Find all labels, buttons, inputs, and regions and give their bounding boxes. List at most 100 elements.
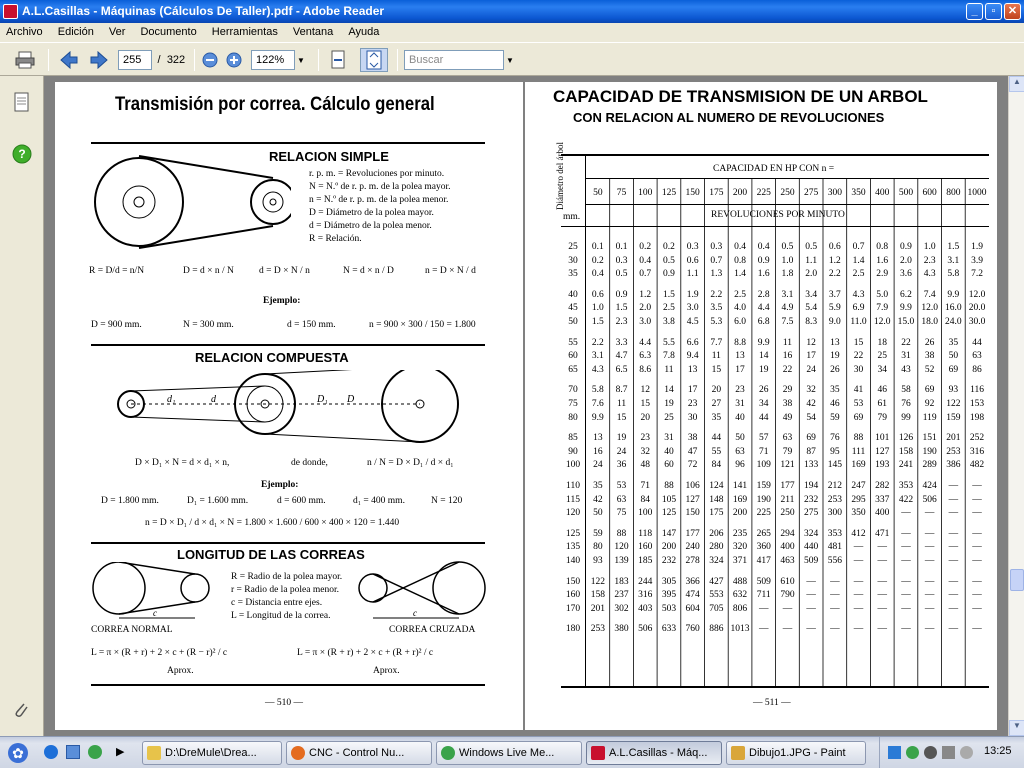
table-cell: 93 bbox=[593, 556, 603, 566]
menu-documento[interactable]: Documento bbox=[134, 23, 202, 38]
table-cell: — bbox=[758, 603, 769, 614]
menu-edicion[interactable]: Edición bbox=[52, 23, 100, 38]
page-separator: / bbox=[157, 54, 161, 66]
table-cell: 183 bbox=[614, 576, 629, 587]
desktop-quicklaunch-icon[interactable] bbox=[66, 745, 80, 759]
messenger-quicklaunch-icon[interactable] bbox=[88, 745, 102, 759]
table-cell: 22 bbox=[782, 364, 793, 375]
table-cell: 7.6 bbox=[591, 399, 604, 409]
table-cell: 289 bbox=[922, 460, 937, 471]
minimize-button[interactable]: _ bbox=[966, 3, 983, 20]
table-cell: 371 bbox=[732, 556, 748, 566]
navigation-pane: ? bbox=[0, 76, 44, 736]
tray-device-icon[interactable] bbox=[960, 746, 973, 759]
start-icon[interactable]: ✿ bbox=[6, 741, 30, 770]
task-paint[interactable]: Dibujo1.JPG - Paint bbox=[726, 741, 866, 765]
attachments-icon[interactable] bbox=[12, 700, 30, 725]
table-cell: 1.1 bbox=[686, 269, 699, 280]
table-cell: 22 bbox=[853, 351, 864, 362]
table-cell: 44 bbox=[758, 412, 769, 423]
column-header: 250 bbox=[780, 188, 795, 198]
svg-text:c: c bbox=[153, 608, 157, 618]
table-cell: — bbox=[924, 576, 935, 587]
print-icon[interactable] bbox=[12, 48, 38, 72]
table-cell: 50 bbox=[948, 351, 959, 362]
compound-result: n = D × D₁ / d × d₁ × N = 1.800 × 1.600 … bbox=[145, 518, 400, 528]
scroll-thumb[interactable] bbox=[1010, 569, 1024, 591]
scroll-down-icon[interactable]: ▼ bbox=[1009, 720, 1024, 736]
legend-line: c = Distancia entre ejes. bbox=[231, 598, 323, 608]
pdf-page-510: Transmisión por correa. Cálculo general … bbox=[55, 82, 523, 730]
svg-text:c: c bbox=[413, 608, 417, 618]
tray-network-icon[interactable] bbox=[888, 746, 901, 759]
table-cell: 61 bbox=[877, 399, 887, 409]
row-diameter: 35 bbox=[568, 269, 578, 280]
table-cell: 9.0 bbox=[828, 317, 841, 327]
table-cell: 26 bbox=[924, 337, 935, 348]
table-cell: 0.5 bbox=[805, 242, 818, 252]
help-icon[interactable]: ? bbox=[12, 144, 32, 169]
table-cell: 556 bbox=[827, 556, 842, 566]
zoom-out-icon[interactable] bbox=[200, 48, 220, 72]
table-cell: 120 bbox=[614, 542, 629, 553]
menu-ventana[interactable]: Ventana bbox=[287, 23, 339, 38]
table-cell: 488 bbox=[732, 576, 748, 587]
pages-panel-icon[interactable] bbox=[12, 92, 30, 119]
zoom-level-field[interactable]: 122% bbox=[251, 50, 295, 70]
table-cell: 79 bbox=[782, 446, 793, 457]
vertical-scrollbar[interactable]: ▲ ▼ bbox=[1008, 76, 1024, 736]
fit-page-icon[interactable] bbox=[360, 48, 388, 72]
tray-messenger-icon[interactable] bbox=[906, 746, 919, 759]
page-number-input[interactable]: 255 bbox=[118, 50, 152, 70]
table-cell: — bbox=[948, 508, 959, 519]
table-cell: 4.5 bbox=[686, 317, 699, 327]
tray-volume-icon[interactable] bbox=[942, 746, 955, 759]
menu-archivo[interactable]: Archivo bbox=[0, 23, 49, 38]
fit-width-icon[interactable] bbox=[326, 48, 350, 72]
table-cell: 193 bbox=[875, 460, 890, 471]
task-messenger[interactable]: Windows Live Me... bbox=[436, 741, 582, 765]
maximize-button[interactable]: ▫ bbox=[985, 3, 1002, 20]
ie-quicklaunch-icon[interactable] bbox=[44, 745, 58, 759]
table-cell: 316 bbox=[638, 590, 653, 601]
table-cell: 11 bbox=[616, 399, 627, 409]
table-cell: — bbox=[853, 603, 864, 614]
table-cell: 5.8 bbox=[591, 385, 604, 396]
example-value: D₁ = 1.600 mm. bbox=[187, 496, 249, 506]
row-diameter: 25 bbox=[568, 242, 578, 252]
search-dropdown-icon[interactable]: ▼ bbox=[504, 48, 516, 72]
menu-herramientas[interactable]: Herramientas bbox=[206, 23, 284, 38]
example-value: d = 600 mm. bbox=[277, 496, 326, 506]
table-cell: 3.5 bbox=[710, 303, 723, 314]
scroll-up-icon[interactable]: ▲ bbox=[1009, 76, 1024, 92]
quicklaunch-expand-icon[interactable]: ▶ bbox=[116, 745, 124, 758]
table-cell: 300 bbox=[827, 508, 842, 519]
table-cell: 1.9 bbox=[686, 289, 699, 300]
table-cell: 26 bbox=[758, 385, 769, 396]
table-cell: 247 bbox=[851, 481, 866, 491]
previous-page-icon[interactable] bbox=[56, 48, 82, 72]
table-cell: 4.4 bbox=[757, 303, 770, 314]
task-adobe-reader[interactable]: A.L.Casillas - Máq... bbox=[586, 741, 722, 765]
table-cell: 253 bbox=[946, 446, 961, 457]
next-page-icon[interactable] bbox=[86, 48, 112, 72]
task-firefox[interactable]: CNC - Control Nu... bbox=[286, 741, 432, 765]
table-cell: 417 bbox=[756, 556, 771, 566]
menu-ver[interactable]: Ver bbox=[103, 23, 132, 38]
table-cell: 53 bbox=[616, 481, 627, 491]
title-bar[interactable]: A.L.Casillas - Máquinas (Cálculos De Tal… bbox=[0, 0, 1024, 23]
task-label: Dibujo1.JPG - Paint bbox=[749, 747, 846, 759]
table-cell: 20 bbox=[711, 385, 722, 396]
zoom-in-icon[interactable] bbox=[224, 48, 244, 72]
close-button[interactable]: ✕ bbox=[1004, 3, 1021, 20]
table-cell: 185 bbox=[638, 556, 653, 566]
search-input[interactable]: Buscar bbox=[404, 50, 504, 70]
table-cell: — bbox=[901, 590, 911, 601]
table-cell: 88 bbox=[853, 433, 864, 444]
tray-security-icon[interactable] bbox=[924, 746, 937, 759]
menu-ayuda[interactable]: Ayuda bbox=[342, 23, 385, 38]
table-cell: 76 bbox=[830, 433, 840, 444]
zoom-dropdown-icon[interactable]: ▼ bbox=[295, 48, 307, 72]
task-folder[interactable]: D:\DreMule\Drea... bbox=[142, 741, 282, 765]
table-cell: — bbox=[972, 508, 982, 519]
